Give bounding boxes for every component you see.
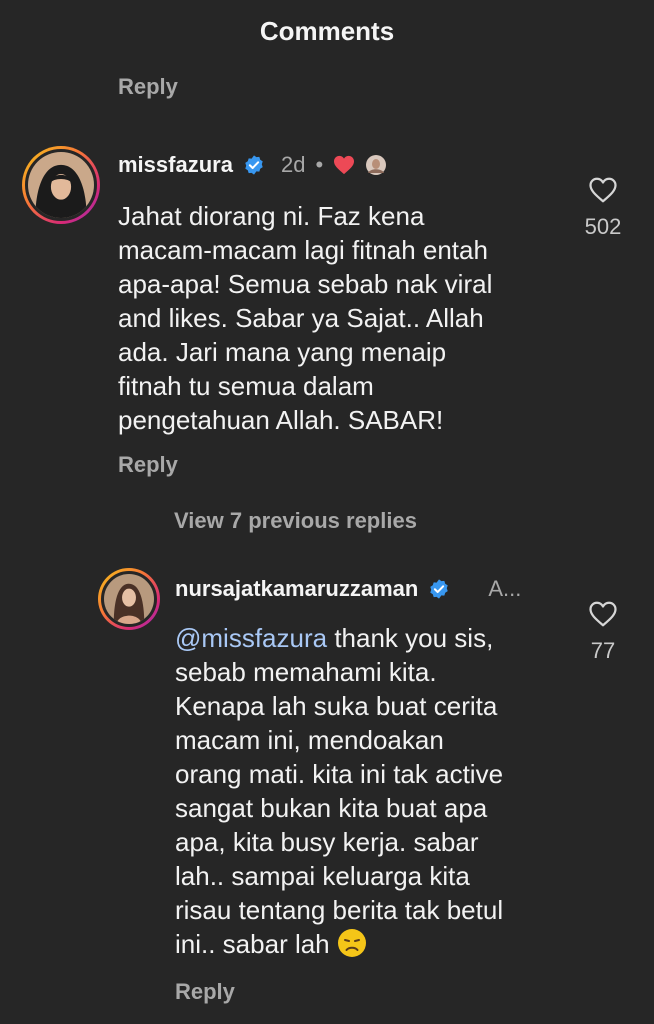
page-title: Comments — [259, 16, 395, 46]
comment1-time: 2d — [280, 152, 306, 177]
comment1-username[interactable]: missfazura — [118, 152, 233, 178]
like-heart-outline-icon[interactable] — [588, 176, 618, 204]
comment1-text: Jahat diorang ni. Faz kena macam-macam l… — [118, 201, 493, 435]
creator-like-avatar-icon — [366, 155, 387, 175]
view-previous-replies-button[interactable]: View 7 previous replies — [174, 508, 417, 534]
avatar-image — [28, 152, 94, 218]
comment1-header: missfazura 2d • — [118, 152, 387, 178]
comment2-text: @missfazura thank you sis, sebab memaham… — [175, 621, 503, 961]
comment2-username[interactable]: nursajatkamaruzzaman — [175, 576, 418, 602]
disappointed-face-emoji — [337, 929, 366, 957]
comment2-reply-button[interactable]: Reply — [175, 979, 235, 1005]
verified-badge-icon — [245, 155, 263, 175]
comment1-dot: • — [315, 152, 324, 177]
verified-badge-icon — [430, 579, 449, 599]
avatar-image — [104, 574, 154, 624]
comment2-body: thank you sis, sebab memahami kita. Kena… — [175, 623, 504, 959]
mention-link[interactable]: @missfazura — [175, 623, 327, 653]
comment1-reply-button[interactable]: Reply — [118, 452, 178, 478]
like-heart-outline-icon[interactable] — [588, 600, 618, 628]
comment2-like[interactable]: 77 — [568, 600, 638, 664]
comment1-like-count: 502 — [584, 214, 622, 239]
reply-button[interactable]: Reply — [118, 74, 178, 100]
avatar-nursajatkamaruzzaman[interactable] — [98, 568, 160, 630]
comment2-header: nursajatkamaruzzaman A... — [175, 576, 521, 602]
comment1-like[interactable]: 502 — [568, 176, 638, 240]
avatar-missfazura[interactable] — [22, 146, 100, 224]
comment2-time: A... — [488, 576, 522, 601]
red-heart-icon — [334, 155, 355, 175]
comment2-like-count: 77 — [590, 638, 616, 663]
